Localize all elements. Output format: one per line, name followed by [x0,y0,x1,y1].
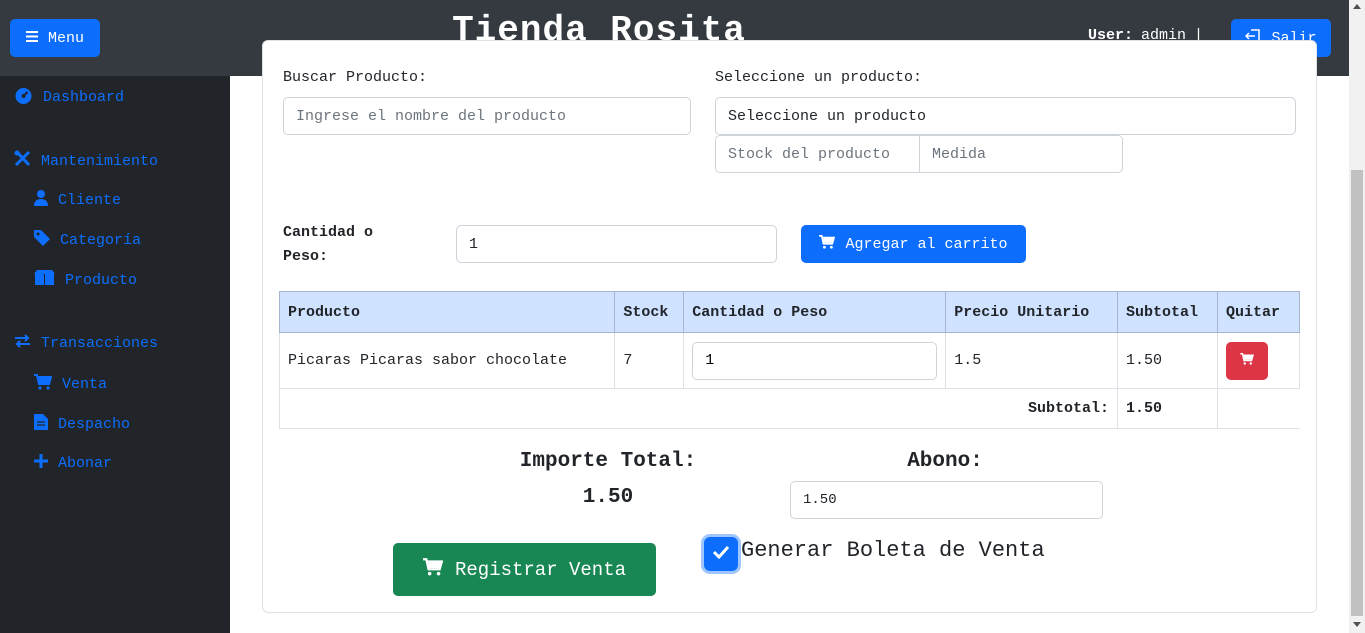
cart-remove-icon [1240,353,1254,368]
measure-placeholder: Medida [932,145,987,163]
sidebar-item-label: Transacciones [41,335,159,352]
quantity-label: Cantidad o Peso: [283,221,373,269]
measure-field: Medida [919,135,1123,173]
scroll-down-arrow-icon[interactable] [1353,622,1361,627]
remove-item-button[interactable] [1225,341,1268,380]
column-header: Subtotal [1117,291,1218,333]
table-row: Picaras Picaras sabor chocolate 7 1.5 1.… [278,332,1301,389]
product-select-value: Seleccione un producto [728,107,927,125]
cell-cantidad [683,332,947,389]
search-product-input[interactable] [283,97,691,135]
sidebar-item-label: Abonar [58,455,113,472]
sidebar-item-label: Categoría [60,232,142,249]
quantity-label-line2: Peso: [283,248,329,265]
stock-placeholder: Stock del producto [728,145,891,163]
sidebar-item-cliente[interactable]: Cliente [34,190,121,211]
table-header-row: Producto Stock Cantidad o Peso Precio Un… [278,291,1301,333]
sidebar: Dashboard Mantenimiento Cliente Categorí… [0,76,230,633]
column-header: Cantidad o Peso [683,291,947,333]
generate-receipt-checkbox[interactable] [704,537,738,571]
subtotal-label: Subtotal: [278,388,1119,429]
tag-icon [34,230,50,251]
sidebar-item-label: Cliente [58,192,122,209]
sidebar-item-producto[interactable]: Producto [34,270,137,291]
sidebar-item-despacho[interactable]: Despacho [34,414,130,435]
total-value: 1.50 [582,486,634,509]
select-product-label: Seleccione un producto: [715,69,923,86]
cart-plus-icon [819,234,836,254]
sidebar-item-abonar[interactable]: Abonar [34,454,112,473]
plus-icon [34,454,48,473]
user-icon [34,190,48,211]
generate-receipt-label: Generar Boleta de Venta [741,538,1045,563]
sidebar-item-categoria[interactable]: Categoría [34,230,141,251]
sidebar-item-label: Despacho [58,416,131,433]
dashboard-icon [14,86,33,109]
cart-icon [34,374,53,395]
subtotal-value: 1.50 [1117,388,1218,429]
scroll-up-arrow-icon[interactable] [1353,4,1361,9]
register-sale-label: Registrar Venta [454,558,627,581]
abono-input[interactable] [790,481,1103,519]
sidebar-item-label: Dashboard [43,89,125,106]
column-header: Quitar [1216,291,1301,333]
register-sale-button[interactable]: Registrar Venta [393,543,656,596]
add-to-cart-label: Agregar al carrito [845,235,1008,253]
exchange-arrows-icon [14,334,31,353]
sidebar-item-mantenimiento[interactable]: Mantenimiento [14,150,158,172]
abono-label: Abono: [907,450,983,473]
cell-precio: 1.5 [945,332,1119,389]
sidebar-item-label: Venta [62,376,108,393]
column-header: Producto [278,291,616,333]
subtotal-label-text: Subtotal: [1028,400,1110,417]
wrench-screwdriver-icon [14,150,31,172]
scrollbar-thumb[interactable] [1351,170,1363,616]
quantity-input[interactable] [456,225,777,263]
sidebar-item-dashboard[interactable]: Dashboard [14,86,124,109]
file-icon [34,414,48,435]
cart-plus-icon [422,557,444,582]
cell-quitar [1216,332,1301,389]
cell-subtotal: 1.50 [1117,332,1218,389]
cart-table: Producto Stock Cantidad o Peso Precio Un… [278,291,1301,429]
quantity-label-line1: Cantidad o [283,224,374,241]
subtotal-empty-cell [1216,388,1300,429]
product-select[interactable]: Seleccione un producto [715,97,1296,135]
sidebar-item-label: Producto [65,272,138,289]
search-product-label: Buscar Producto: [283,69,428,86]
sidebar-item-venta[interactable]: Venta [34,374,107,395]
column-header: Precio Unitario [945,291,1119,333]
row-quantity-input[interactable] [692,341,938,380]
sidebar-item-label: Mantenimiento [41,152,159,170]
add-to-cart-button[interactable]: Agregar al carrito [801,225,1026,263]
cell-stock: 7 [614,332,685,389]
boxes-icon [34,270,55,291]
column-header: Stock [614,291,685,333]
stock-field: Stock del producto [715,135,920,173]
total-label: Importe Total: [519,450,697,473]
checkmark-icon [712,545,730,564]
subtotal-row: Subtotal: 1.50 [278,388,1300,429]
sidebar-item-transacciones[interactable]: Transacciones [14,334,158,353]
cell-producto: Picaras Picaras sabor chocolate [278,332,616,389]
